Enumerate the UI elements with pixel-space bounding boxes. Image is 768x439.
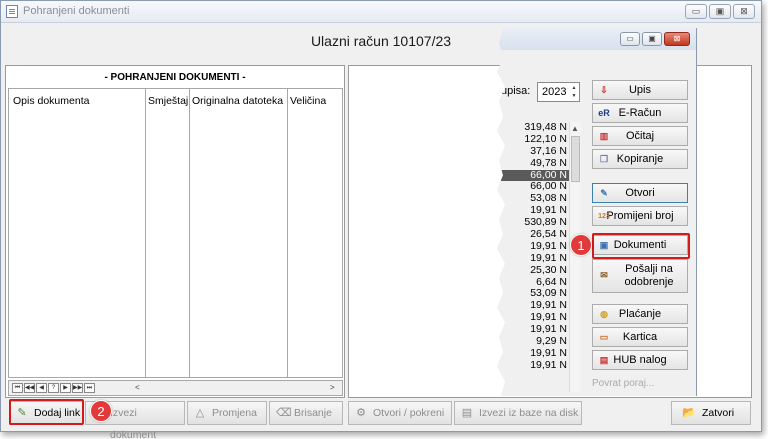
ocitaj-label: Očitaj (625, 130, 655, 142)
otvori-label: Otvori (625, 187, 655, 199)
amount-row[interactable]: 37,16 N (501, 145, 569, 158)
year-input[interactable]: 2023 ▲ ▼ (537, 82, 580, 102)
close-button[interactable]: ⊠ (733, 4, 755, 19)
nav-last-button[interactable]: ⏭ (84, 383, 95, 393)
window-title: Pohranjeni dokumenti (23, 5, 130, 17)
scroll-thumb[interactable] (571, 136, 580, 182)
amount-row[interactable]: 49,78 N (501, 157, 569, 170)
overlay-maximize-button[interactable]: ▣ (642, 32, 662, 46)
hub-nalog-button[interactable]: ▤ HUB nalog (592, 350, 688, 370)
edit-icon: ✎ (600, 188, 608, 198)
posalji-na-odobrenje-button[interactable]: ✉ Pošalji na odobrenje (592, 259, 688, 293)
amount-row[interactable]: 19,91 N (501, 240, 569, 253)
step-badge-1: 1 (570, 234, 592, 256)
kartica-label: Kartica (622, 331, 658, 343)
coins-icon: ◍ (600, 309, 608, 319)
record-navigator: ⏮ ◀◀ ◀ ? ▶ ▶▶ ⏭ < > (8, 380, 343, 396)
hub-nalog-label: HUB nalog (613, 354, 667, 366)
folder-icon: 📂 (682, 407, 696, 419)
scroll-right-icon[interactable]: > (330, 383, 339, 393)
nav-help-button[interactable]: ? (48, 383, 59, 393)
overlay-title-bar: ▭ ▣ ⊠ (497, 28, 696, 50)
delete-button[interactable]: ⌫ Brisanje (269, 401, 343, 425)
amount-row[interactable]: 19,91 N (501, 359, 569, 372)
highlight-dokumenti (592, 233, 690, 259)
gear-icon: ⚙ (356, 407, 366, 419)
highlight-add-link (9, 399, 84, 425)
maximize-button[interactable]: ▣ (709, 4, 731, 19)
nav-first-button[interactable]: ⏮ (12, 383, 23, 393)
e-racun-label: E-Račun (618, 107, 662, 119)
promijeni-broj-label: Promijeni broj (606, 210, 674, 222)
triangle-icon: △ (195, 407, 205, 419)
promijeni-broj-button[interactable]: 123 Promijeni broj (592, 206, 688, 226)
otvori-button[interactable]: ✎ Otvori (592, 183, 688, 203)
title-bar: Pohranjeni dokumenti ▭ ▣ ⊠ (1, 1, 761, 23)
export-to-disk-button[interactable]: ▤ Izvezi iz baze na disk (454, 401, 582, 425)
kopiranje-button[interactable]: ❐ Kopiranje (592, 149, 688, 169)
er-icon: eR (598, 108, 610, 118)
open-run-button[interactable]: ⚙ Otvori / pokreni (348, 401, 452, 425)
change-label: Promjena (212, 407, 257, 419)
column-divider (145, 89, 146, 377)
year-label: upisa: (501, 85, 531, 97)
posalji-label-line1: Pošalji na (625, 263, 673, 275)
column-divider (189, 89, 190, 377)
scroll-left-icon[interactable]: < (135, 383, 144, 393)
ocitaj-button[interactable]: ▥ Očitaj (592, 126, 688, 146)
kartica-button[interactable]: ▭ Kartica (592, 327, 688, 347)
step-badge-2: 2 (90, 400, 112, 422)
panel-title: - POHRANJENI DOKUMENTI - (104, 72, 246, 83)
column-header-velicina[interactable]: Veličina (290, 95, 326, 107)
export-document-label: Izvezi dokument (110, 407, 157, 439)
e-racun-button[interactable]: eR E-Račun (592, 103, 688, 123)
stored-documents-panel: - POHRANJENI DOKUMENTI - Opis dokumenta … (5, 65, 345, 398)
amount-row[interactable]: 19,91 N (501, 252, 569, 265)
nav-prev-button[interactable]: ◀ (36, 383, 47, 393)
eraser-icon: ⌫ (276, 407, 292, 419)
nav-next-button[interactable]: ▶ (60, 383, 71, 393)
overlay-screenshot: ▭ ▣ ⊠ upisa: 2023 ▲ ▼ 319,48 N 122,10 N 37,… (497, 28, 697, 396)
minimize-button[interactable]: ▭ (685, 4, 707, 19)
hub-icon: ▤ (599, 355, 609, 365)
amount-row[interactable]: 122,10 N (501, 133, 569, 146)
column-header-originalna[interactable]: Originalna datoteka (192, 95, 283, 107)
nav-next-page-button[interactable]: ▶▶ (72, 383, 83, 393)
overlay-minimize-button[interactable]: ▭ (620, 32, 640, 46)
download-icon: ⇩ (600, 85, 608, 95)
column-divider (287, 89, 288, 377)
numbers-icon: 123 (598, 213, 610, 220)
column-header-opis[interactable]: Opis dokumenta (13, 95, 89, 107)
amounts-list[interactable]: 319,48 N 122,10 N 37,16 N 49,78 N 66,00 N 66,… (501, 121, 569, 372)
documents-grid[interactable]: Opis dokumenta Smještaj Originalna datot… (8, 88, 343, 378)
card-icon: ▭ (599, 332, 609, 342)
scroll-up-icon[interactable]: ▲ (571, 124, 579, 133)
column-header-smjestaj[interactable]: Smještaj (148, 95, 188, 107)
amounts-scrollbar[interactable]: ▲ (569, 122, 581, 392)
year-value: 2023 (542, 86, 567, 98)
nav-prev-page-button[interactable]: ◀◀ (24, 383, 35, 393)
delete-label: Brisanje (294, 407, 332, 419)
stamp-icon: ✉ (600, 270, 608, 280)
faded-button-label: Povrat poraj... (592, 378, 655, 389)
close-window-label: Zatvori (702, 407, 735, 419)
export-to-disk-label: Izvezi iz baze na disk (479, 407, 579, 419)
database-icon: ▤ (461, 407, 473, 419)
open-run-label: Otvori / pokreni (373, 407, 445, 419)
posalji-label-line2: odobrenje (624, 276, 674, 288)
close-window-button[interactable]: 📂 Zatvori (671, 401, 751, 425)
placanje-button[interactable]: ◍ Plaćanje (592, 304, 688, 324)
bottom-toolbar: ✎ Dodaj link ↗ Izvezi dokument △ Promjen… (1, 401, 761, 439)
copy-icon: ❐ (599, 154, 609, 164)
overlay-close-button[interactable]: ⊠ (664, 32, 690, 46)
barcode-icon: ▥ (599, 131, 609, 141)
change-button[interactable]: △ Promjena (187, 401, 267, 425)
upis-button[interactable]: ⇩ Upis (592, 80, 688, 100)
amount-row[interactable]: 25,30 N (501, 264, 569, 277)
spin-arrows-icon[interactable]: ▲ ▼ (570, 84, 578, 100)
upis-label: Upis (628, 84, 651, 96)
kopiranje-label: Kopiranje (616, 153, 664, 165)
document-icon (6, 5, 18, 18)
placanje-label: Plaćanje (618, 308, 662, 320)
